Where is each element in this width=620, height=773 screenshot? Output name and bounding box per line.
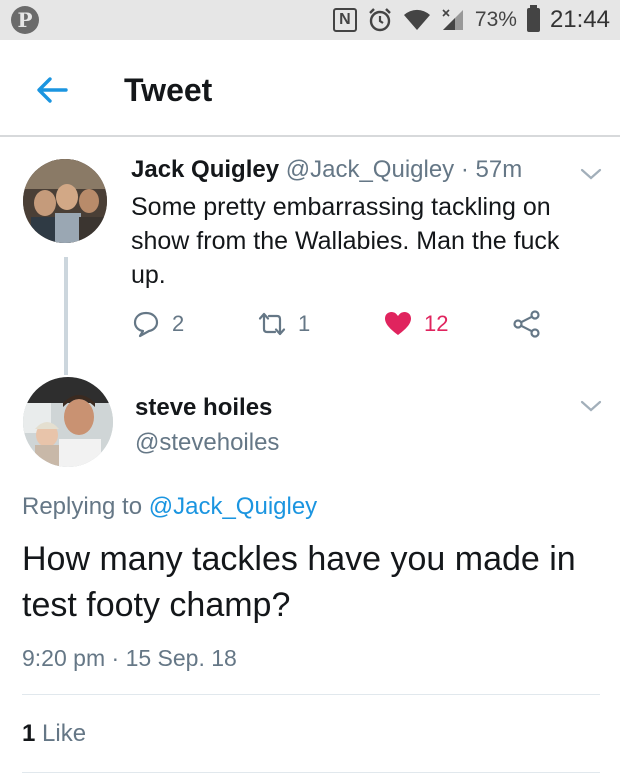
reply-button[interactable]: 2 [132,306,184,342]
reply-icon [133,311,159,338]
nfc-icon: N [332,8,357,32]
status-time: 21:44 [549,6,610,33]
reply-timestamp: 9:20 pm · 15 Sep. 18 [22,645,237,672]
likes-count: 1 [22,720,36,747]
likes-label: Like [42,720,87,747]
divider [22,694,600,695]
alarm-icon [369,8,391,32]
heart-icon [385,312,411,335]
share-icon [513,310,540,338]
like-button[interactable]: 12 [384,306,448,342]
avatar-steve-hoiles[interactable] [23,377,113,467]
battery-icon [526,5,540,32]
wifi-icon [403,9,430,30]
chevron-down-icon[interactable] [579,166,603,182]
tweet-header: Jack Quigley @Jack_Quigley · 57m [131,156,522,184]
app-bar: Tweet [0,40,620,137]
status-icons: N 73% 21:44 [332,0,610,40]
reply-date: 15 Sep. 18 [125,645,237,671]
retweet-count: 1 [298,311,311,336]
chevron-down-icon[interactable] [579,398,603,414]
tweet-time[interactable]: 57m [476,156,523,183]
battery-percent: 73% [474,8,517,31]
separator: · [111,645,120,671]
like-count: 12 [424,311,449,336]
avatar-photo [23,159,107,243]
avatar-photo [23,377,113,467]
author-name[interactable]: Jack Quigley [131,156,279,183]
tweet-actions: 2 1 12 [0,306,620,342]
pinterest-icon: P [11,6,39,34]
separator: · [460,156,469,183]
avatar-jack-quigley[interactable] [23,159,107,243]
page-title: Tweet [124,72,213,108]
retweet-button[interactable]: 1 [258,306,310,342]
share-button[interactable] [513,306,541,342]
reply-count: 2 [172,311,185,336]
back-arrow-icon[interactable] [36,76,68,104]
reply-author-name[interactable]: steve hoiles [135,394,272,422]
replying-mention[interactable]: @Jack_Quigley [149,493,317,520]
tweet-text: Some pretty embarrassing tackling on sho… [131,193,560,289]
reply-tweet-text: How many tackles have you made in test f… [22,540,576,624]
status-bar: P N 73% 21:44 [0,0,620,40]
replying-to: Replying to @Jack_Quigley [22,493,317,521]
signal-icon [442,9,463,30]
likes-summary[interactable]: 1 Like [22,720,86,748]
replying-prefix: Replying to [22,493,149,520]
author-handle[interactable]: @Jack_Quigley [286,156,454,183]
reply-author-handle[interactable]: @stevehoiles [135,429,279,457]
reply-time: 9:20 pm [22,645,106,671]
retweet-icon [258,312,286,336]
